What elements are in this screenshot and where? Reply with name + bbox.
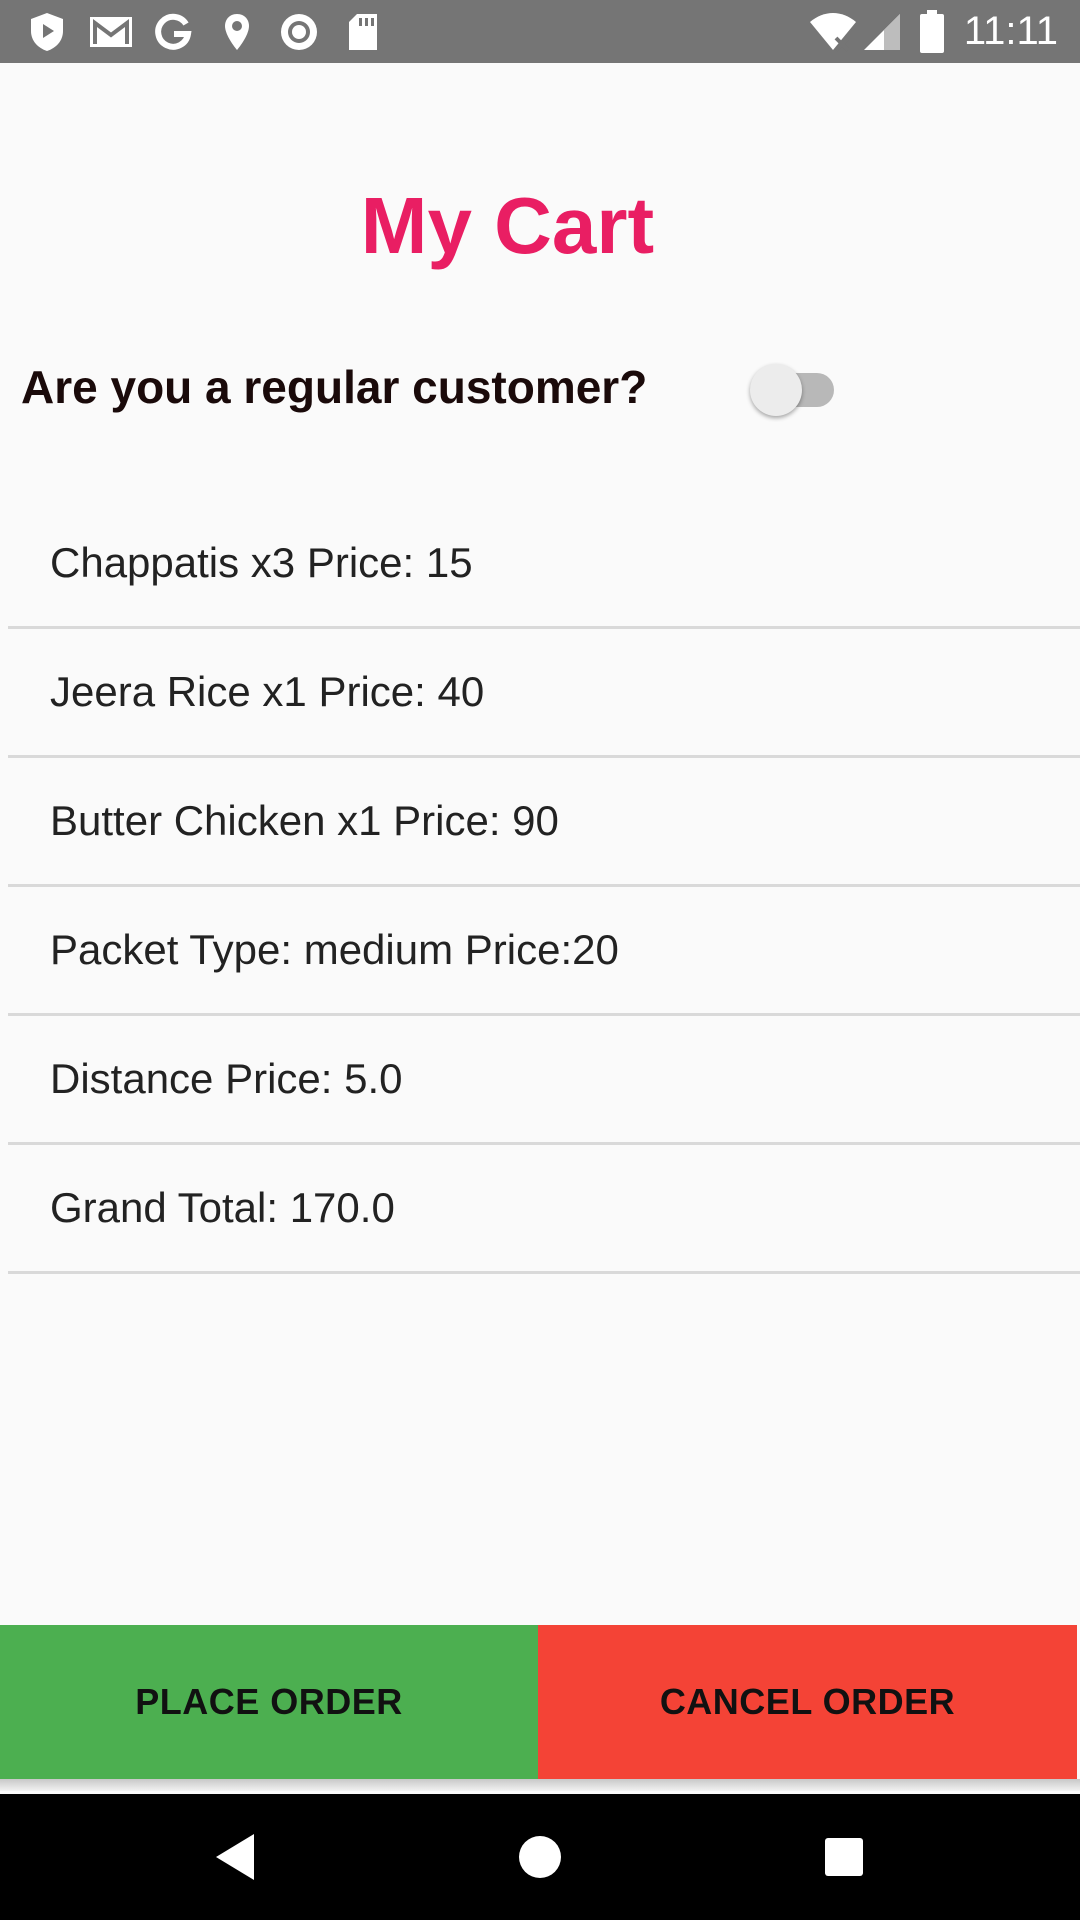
- cart-list: Chappatis x3 Price: 15 Jeera Rice x1 Pri…: [8, 500, 1080, 1274]
- sd-card-icon: [346, 0, 380, 63]
- grand-total-item[interactable]: Grand Total: 170.0: [8, 1145, 1080, 1274]
- battery-icon: [918, 0, 946, 63]
- status-bar: 11:11: [0, 0, 1080, 63]
- navigation-bar: [0, 1794, 1080, 1920]
- location-icon: [222, 0, 252, 63]
- cancel-order-button[interactable]: CANCEL ORDER: [538, 1625, 1077, 1779]
- place-order-button[interactable]: PLACE ORDER: [0, 1625, 538, 1779]
- google-icon: [152, 0, 194, 63]
- list-item[interactable]: Distance Price: 5.0: [8, 1016, 1080, 1145]
- gmail-icon: [88, 0, 134, 63]
- shield-icon: [26, 0, 68, 63]
- clock: 11:11: [963, 9, 1058, 53]
- signal-icon: [862, 0, 902, 63]
- back-icon[interactable]: [176, 1794, 296, 1920]
- list-item[interactable]: Jeera Rice x1 Price: 40: [8, 629, 1080, 758]
- page-title: My Cart: [360, 181, 655, 270]
- regular-customer-switch[interactable]: [750, 364, 838, 416]
- recents-icon[interactable]: [784, 1794, 904, 1920]
- list-item[interactable]: Packet Type: medium Price:20: [8, 887, 1080, 1016]
- list-item[interactable]: Chappatis x3 Price: 15: [8, 500, 1080, 629]
- wifi-icon: [808, 0, 858, 63]
- button-shadow: [0, 1779, 1080, 1791]
- list-item[interactable]: Butter Chicken x1 Price: 90: [8, 758, 1080, 887]
- record-icon: [278, 0, 320, 63]
- home-icon[interactable]: [480, 1794, 600, 1920]
- switch-thumb: [750, 364, 802, 416]
- regular-customer-label: Are you a regular customer?: [21, 361, 648, 413]
